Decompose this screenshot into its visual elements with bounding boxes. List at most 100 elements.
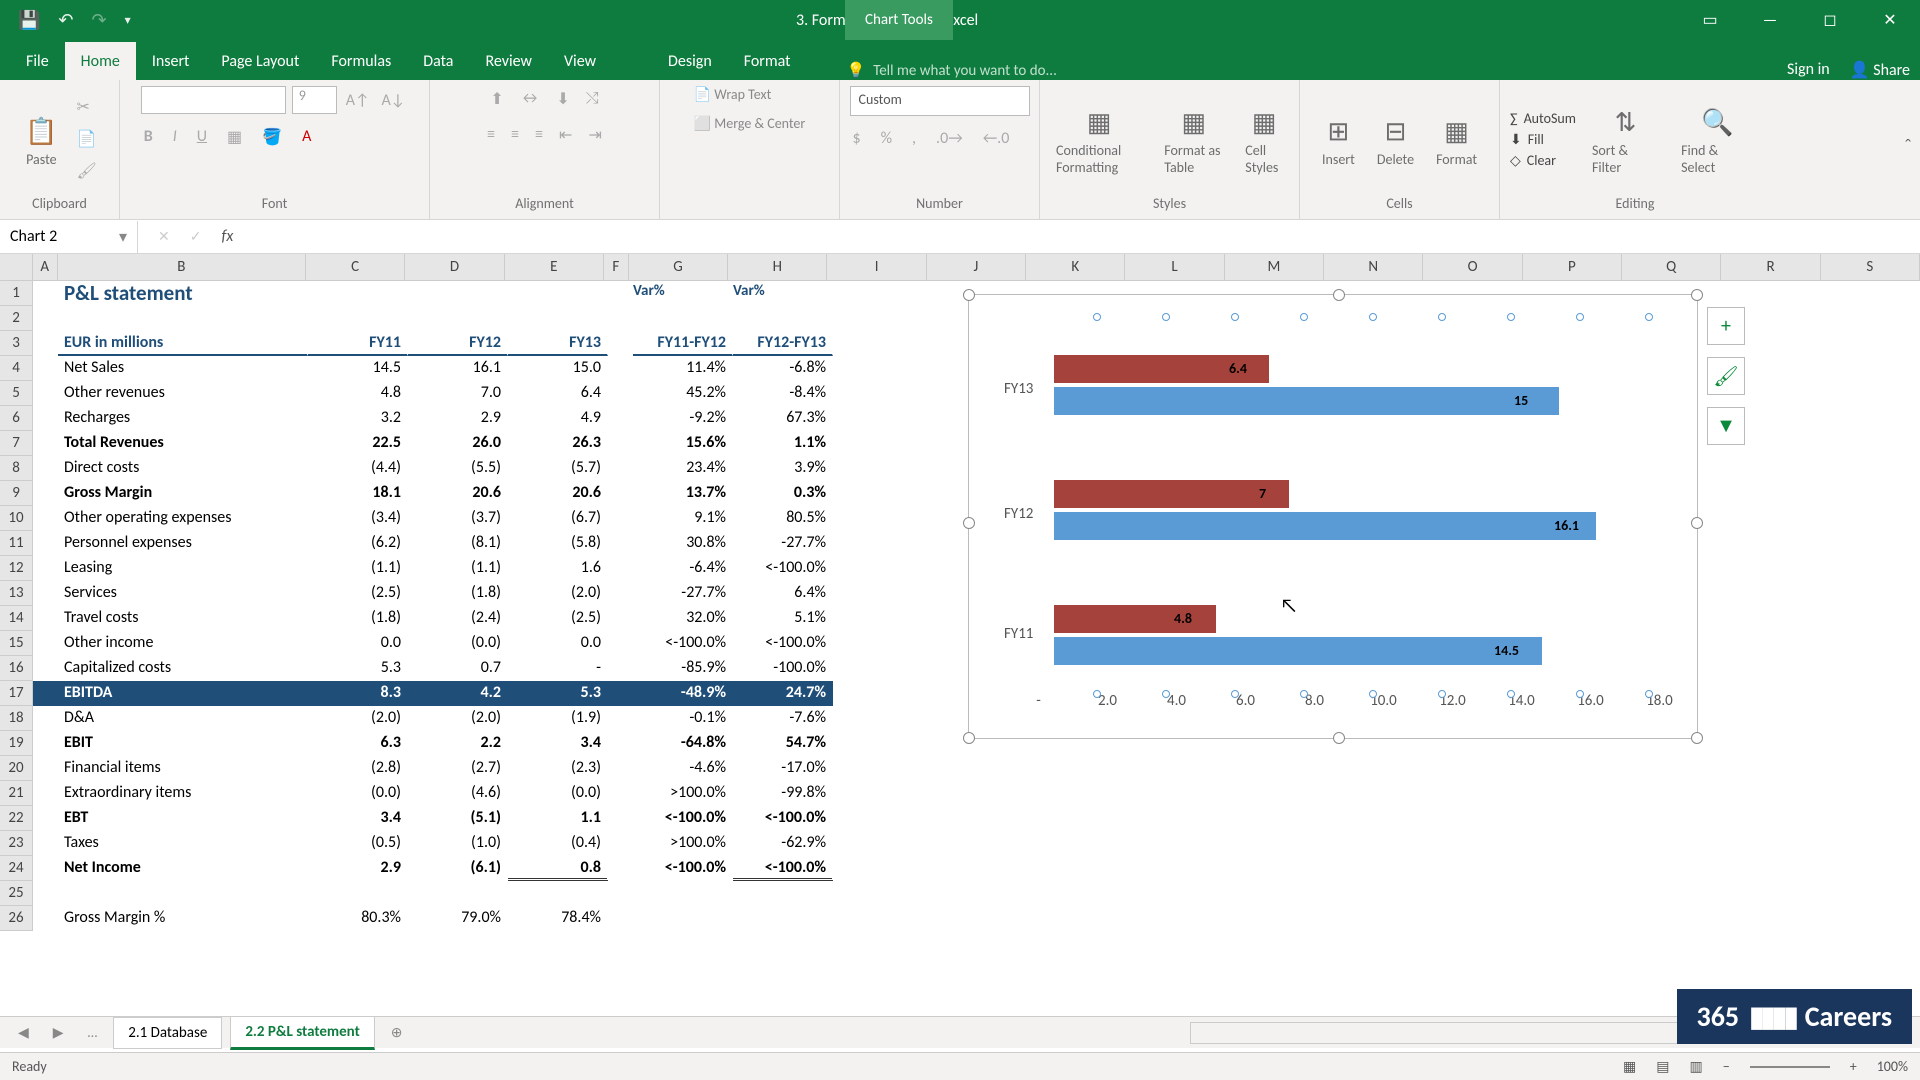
increase-indent-icon[interactable]: ⇥ <box>585 122 604 148</box>
group-alignment: Alignment <box>440 192 649 215</box>
font-select[interactable] <box>141 86 286 114</box>
chart-object[interactable]: FY13 FY12 FY11 6.4 15 7 16.1 4.8 14.5 -2… <box>968 294 1698 739</box>
tab-view[interactable]: View <box>548 42 612 80</box>
tab-data[interactable]: Data <box>407 42 469 80</box>
view-pagelayout-icon[interactable]: ▤ <box>1656 1058 1669 1075</box>
zoom-level[interactable]: 100% <box>1877 1058 1908 1075</box>
find-select-button[interactable]: 🔍Find & Select <box>1675 98 1760 180</box>
chart-plot-area[interactable]: FY13 FY12 FY11 6.4 15 7 16.1 4.8 14.5 <box>1004 315 1677 693</box>
save-icon[interactable]: 💾 <box>18 9 40 31</box>
new-sheet-button[interactable]: ⊕ <box>383 1024 411 1041</box>
align-middle-icon[interactable]: ↔ <box>517 86 544 112</box>
insert-cells-button[interactable]: ⊞Insert <box>1316 107 1361 172</box>
wrap-text-button[interactable]: 📄 Wrap Text <box>694 86 772 103</box>
decrease-font-icon[interactable]: A↓ <box>379 88 409 113</box>
view-pagebreak-icon[interactable]: ▥ <box>1690 1058 1703 1075</box>
align-center-icon[interactable]: ≡ <box>508 122 522 148</box>
align-left-icon[interactable]: ≡ <box>484 122 498 148</box>
tab-formulas[interactable]: Formulas <box>315 42 407 80</box>
tell-me-search[interactable]: 💡Tell me what you want to do... <box>847 61 1057 80</box>
align-top-icon[interactable]: ⬆ <box>487 86 506 112</box>
zoom-out-icon[interactable]: − <box>1723 1058 1730 1075</box>
zoom-in-icon[interactable]: + <box>1850 1058 1857 1075</box>
percent-format-icon[interactable]: % <box>878 126 895 151</box>
format-as-table-button[interactable]: ▦Format as Table <box>1158 98 1229 180</box>
fill-button[interactable]: ⬇ Fill <box>1510 131 1576 148</box>
bar-fy11-netsales[interactable] <box>1054 637 1542 665</box>
cut-icon[interactable]: ✂ <box>74 94 100 120</box>
copy-icon[interactable]: 📄 <box>74 126 100 152</box>
sign-in-link[interactable]: Sign in <box>1787 60 1830 80</box>
cancel-formula-icon[interactable]: ✕ <box>158 228 170 245</box>
tab-nav-more[interactable]: … <box>80 1024 106 1041</box>
comma-format-icon[interactable]: , <box>909 126 919 151</box>
customize-qat-icon[interactable]: ▾ <box>125 13 131 28</box>
decrease-decimal-icon[interactable]: ←.0 <box>980 126 1013 151</box>
ribbon-display-icon[interactable]: ▭ <box>1680 0 1740 40</box>
number-format-select[interactable]: Custom <box>850 86 1030 116</box>
tab-file[interactable]: File <box>10 42 65 80</box>
tab-format[interactable]: Format <box>728 42 807 80</box>
worksheet-area[interactable]: A BC DE FG HI JK LM NO PQ RS 1P&L statem… <box>0 254 1920 1014</box>
chart-x-axis[interactable]: -2.04.06.08.010.012.014.016.018.0 <box>1004 692 1694 710</box>
bold-icon[interactable]: B <box>141 124 156 150</box>
accounting-format-icon[interactable]: $ <box>850 126 864 151</box>
tab-nav-next[interactable]: ▶ <box>45 1024 72 1041</box>
bar-fy12-netsales[interactable] <box>1054 512 1596 540</box>
borders-icon[interactable]: ▦ <box>224 124 245 150</box>
align-bottom-icon[interactable]: ⬇ <box>553 86 572 112</box>
enter-formula-icon[interactable]: ✓ <box>190 228 202 245</box>
tab-review[interactable]: Review <box>469 42 548 80</box>
orientation-icon[interactable]: ⤭ <box>583 86 602 112</box>
tab-design[interactable]: Design <box>652 42 728 80</box>
tab-home[interactable]: Home <box>65 42 136 80</box>
sheet-tab-pl[interactable]: 2.2 P&L statement <box>230 1016 374 1050</box>
italic-icon[interactable]: I <box>170 124 180 150</box>
tab-nav-prev[interactable]: ◀ <box>10 1024 37 1041</box>
paste-button[interactable]: 📋Paste <box>19 107 63 172</box>
eur-label: EUR in millions <box>58 331 308 356</box>
share-button[interactable]: 👤 Share <box>1850 60 1910 80</box>
select-all-corner[interactable] <box>0 254 33 280</box>
chart-styles-button[interactable]: 🖌 <box>1707 357 1745 395</box>
table-row: 23 Taxes (0.5) (1.0) (0.4) >100.0% -62.9… <box>0 831 1920 856</box>
align-right-icon[interactable]: ≡ <box>532 122 546 148</box>
group-number: Number <box>850 192 1029 215</box>
sheet-tab-database[interactable]: 2.1 Database <box>113 1017 222 1049</box>
bar-fy13-netsales[interactable] <box>1054 387 1559 415</box>
format-painter-icon[interactable]: 🖌 <box>74 158 100 184</box>
sort-filter-button[interactable]: ⇅Sort & Filter <box>1586 98 1665 180</box>
conditional-formatting-button[interactable]: ▦Conditional Formatting <box>1050 98 1148 180</box>
fill-color-icon[interactable]: 🪣 <box>259 124 285 150</box>
table-row: 24 Net Income 2.9 (6.1) 0.8 <-100.0% <-1… <box>0 856 1920 881</box>
name-box[interactable]: Chart 2▾ <box>0 221 138 253</box>
fx-icon[interactable]: fx <box>221 227 233 246</box>
tab-page-layout[interactable]: Page Layout <box>205 42 315 80</box>
maximize-icon[interactable]: ◻ <box>1800 0 1860 40</box>
increase-font-icon[interactable]: A↑ <box>343 88 373 113</box>
table-row: 20 Financial items (2.8) (2.7) (2.3) -4.… <box>0 756 1920 781</box>
delete-cells-button[interactable]: ⊟Delete <box>1371 107 1420 172</box>
redo-icon[interactable]: ↷ <box>92 9 107 31</box>
bar-fy12-other[interactable] <box>1054 480 1289 508</box>
tab-insert[interactable]: Insert <box>136 42 206 80</box>
column-headers[interactable]: A BC DE FG HI JK LM NO PQ RS <box>0 254 1920 281</box>
increase-decimal-icon[interactable]: .0→ <box>933 126 966 151</box>
underline-icon[interactable]: U <box>194 124 210 150</box>
autosum-button[interactable]: ∑ AutoSum <box>1510 110 1576 127</box>
decrease-indent-icon[interactable]: ⇤ <box>556 122 575 148</box>
undo-icon[interactable]: ↶ <box>58 9 73 31</box>
font-size-input[interactable]: 9 <box>292 86 337 114</box>
merge-center-button[interactable]: ⬜ Merge & Center <box>694 115 806 132</box>
format-cells-button[interactable]: ▦Format <box>1430 107 1483 172</box>
cell-styles-button[interactable]: ▦Cell Styles <box>1239 98 1289 180</box>
collapse-ribbon-icon[interactable]: ˆ <box>1904 135 1912 159</box>
clear-button[interactable]: ◇ Clear <box>1510 152 1576 169</box>
chart-elements-button[interactable]: + <box>1707 307 1745 345</box>
view-normal-icon[interactable]: ▦ <box>1623 1058 1636 1075</box>
close-icon[interactable]: ✕ <box>1860 0 1920 40</box>
minimize-icon[interactable]: — <box>1740 0 1800 40</box>
chart-filters-button[interactable]: ▼ <box>1707 407 1745 445</box>
chart-side-buttons: + 🖌 ▼ <box>1707 307 1745 445</box>
font-color-icon[interactable]: A <box>299 124 314 150</box>
